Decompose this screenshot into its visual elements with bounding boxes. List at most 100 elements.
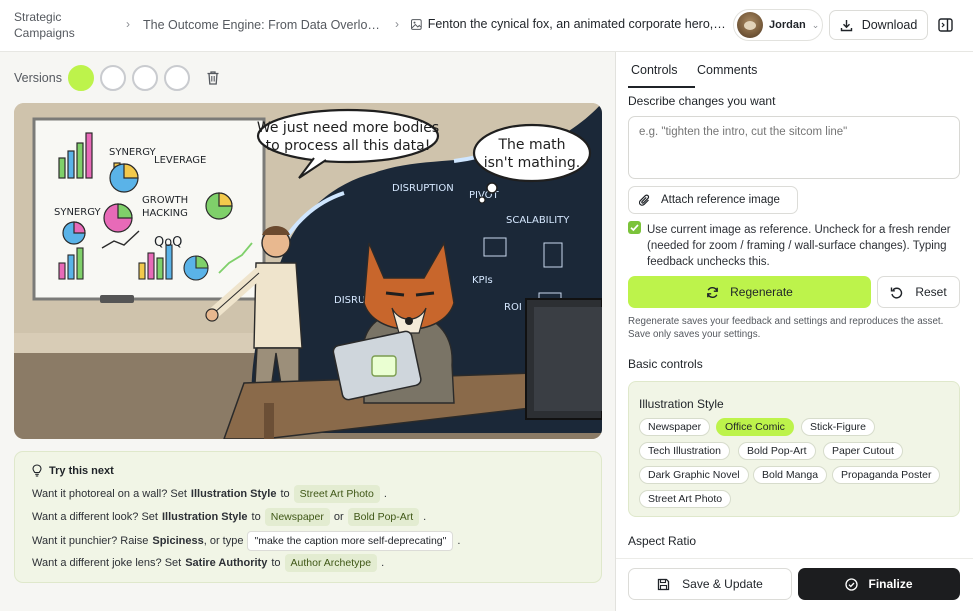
suggestions-title: Try this next xyxy=(49,464,114,477)
board-word: GROWTH xyxy=(142,195,188,206)
suggestion-row: Want it punchier? Raise Spiciness , or t… xyxy=(32,531,460,551)
board-word: SYNERGY xyxy=(109,147,156,158)
describe-changes-input[interactable] xyxy=(628,116,960,179)
suggestion-field: Illustration Style xyxy=(190,488,277,500)
lightbulb-icon xyxy=(32,464,42,477)
breadcrumb-asset[interactable]: Fenton the cynical fox, an animated corp… xyxy=(411,17,729,31)
tab-comments[interactable]: Comments xyxy=(697,63,757,77)
refresh-icon xyxy=(707,286,719,298)
breadcrumb-root[interactable]: Strategic Campaigns xyxy=(14,9,114,41)
suggestion-text: to xyxy=(271,557,281,569)
suggestion-text: . xyxy=(381,557,385,569)
board-word: LEVERAGE xyxy=(154,155,206,166)
suggestion-field: Satire Authority xyxy=(185,557,268,569)
speech-bubble-fox-line1: The math xyxy=(497,137,565,153)
finalize-button[interactable]: Finalize xyxy=(798,568,960,600)
download-button[interactable]: Download xyxy=(829,10,928,40)
suggestion-text: . xyxy=(457,535,461,547)
versions-label: Versions xyxy=(14,71,62,85)
describe-label: Describe changes you want xyxy=(628,94,776,108)
style-option[interactable]: Dark Graphic Novel xyxy=(639,466,749,484)
breadcrumb-campaign[interactable]: The Outcome Engine: From Data Overload t… xyxy=(143,18,385,32)
regenerate-help-text: Regenerate saves your feedback and setti… xyxy=(628,316,944,340)
user-name: Jordan xyxy=(769,19,806,31)
reset-button[interactable]: Reset xyxy=(877,276,960,308)
wave-word: SCALABILITY xyxy=(506,215,570,226)
version-dot-3[interactable] xyxy=(132,65,158,91)
regenerate-label: Regenerate xyxy=(730,285,793,299)
style-option-selected[interactable]: Office Comic xyxy=(716,418,794,436)
basic-controls-label: Basic controls xyxy=(628,357,703,371)
user-menu[interactable]: Jordan ⌄ xyxy=(733,9,823,41)
version-dot-2[interactable] xyxy=(100,65,126,91)
style-option[interactable]: Tech Illustration xyxy=(639,442,730,460)
suggestion-text: Want it punchier? Raise xyxy=(32,535,149,547)
style-option[interactable]: Bold Manga xyxy=(753,466,828,484)
generated-artwork: SYNERGY LEVERAGE GROWTH HACKING SYNERGY … xyxy=(14,103,602,439)
style-option[interactable]: Bold Pop-Art xyxy=(738,442,816,460)
style-option[interactable]: Paper Cutout xyxy=(823,442,903,460)
use-current-label: Use current image as reference. Uncheck … xyxy=(647,224,951,268)
version-dot-1[interactable] xyxy=(68,65,94,91)
suggestion-chip[interactable]: "make the caption more self-deprecating" xyxy=(247,531,454,551)
suggestions-card: Try this next Want it photoreal on a wal… xyxy=(14,451,602,583)
finalize-label: Finalize xyxy=(868,577,913,591)
suggestion-text: Want a different joke lens? Set xyxy=(32,557,182,569)
suggestion-field: Spiciness xyxy=(152,535,204,547)
avatar xyxy=(737,12,763,38)
style-option[interactable]: Newspaper xyxy=(639,418,711,436)
save-update-label: Save & Update xyxy=(682,577,763,591)
suggestion-text: , or type xyxy=(203,535,244,547)
suggestion-text: to xyxy=(280,488,290,500)
suggestion-text: . xyxy=(383,488,387,500)
speech-bubble-human-line1: We just need more bodies xyxy=(257,120,439,136)
wave-word: KPIs xyxy=(472,275,493,286)
suggestion-chip[interactable]: Newspaper xyxy=(264,508,330,526)
suggestion-row: Want it photoreal on a wall? Set Illustr… xyxy=(32,485,387,503)
chevron-down-icon: ⌄ xyxy=(811,19,820,30)
suggestions-header: Try this next xyxy=(32,464,114,477)
panel-tabs: Controls Comments xyxy=(616,52,973,88)
suggestion-text: Want a different look? Set xyxy=(32,511,158,523)
wave-word: ROI xyxy=(504,302,522,313)
regenerate-button[interactable]: Regenerate xyxy=(628,276,871,308)
suggestion-text: or xyxy=(333,511,344,523)
illustration-style-card: Illustration Style Newspaper Office Comi… xyxy=(628,381,960,517)
reset-icon xyxy=(891,287,903,299)
use-current-checkbox[interactable] xyxy=(628,221,641,234)
version-dot-4[interactable] xyxy=(164,65,190,91)
download-label: Download xyxy=(861,18,918,32)
style-option[interactable]: Street Art Photo xyxy=(639,490,732,508)
action-bar: Save & Update Finalize xyxy=(616,558,973,611)
suggestion-row: Want a different look? Set Illustration … xyxy=(32,508,426,526)
tab-controls[interactable]: Controls xyxy=(631,63,678,77)
aspect-ratio-label: Aspect Ratio xyxy=(628,534,697,548)
trash-icon[interactable] xyxy=(206,70,220,86)
attach-reference-label: Attach reference image xyxy=(661,194,780,206)
breadcrumb-asset-label: Fenton the cynical fox, an animated corp… xyxy=(427,17,729,31)
illustration-style-title: Illustration Style xyxy=(639,397,724,411)
speech-bubble-human-line2: to process all this data! xyxy=(266,138,431,154)
suggestion-chip[interactable]: Bold Pop-Art xyxy=(347,508,420,526)
preview-column: Versions SYNERGY LEVERAGE GROWTH HACKING… xyxy=(0,52,615,611)
check-circle-icon xyxy=(845,577,859,591)
suggestion-row: Want a different joke lens? Set Satire A… xyxy=(32,554,384,572)
wave-word: DISRUPTION xyxy=(392,183,454,194)
save-update-button[interactable]: Save & Update xyxy=(628,568,792,600)
style-option[interactable]: Stick-Figure xyxy=(801,418,876,436)
chevron-right-icon: › xyxy=(126,17,130,31)
suggestion-field: Illustration Style xyxy=(161,511,248,523)
download-icon xyxy=(840,19,852,31)
attach-reference-button[interactable]: Attach reference image xyxy=(628,186,798,214)
suggestion-chip[interactable]: Street Art Photo xyxy=(293,485,380,503)
suggestion-text: to xyxy=(251,511,261,523)
controls-panel: Controls Comments Describe changes you w… xyxy=(616,52,973,611)
suggestion-chip[interactable]: Author Archetype xyxy=(284,554,378,572)
suggestion-text: . xyxy=(423,511,427,523)
style-option[interactable]: Propaganda Poster xyxy=(832,466,941,484)
board-word: HACKING xyxy=(142,208,188,219)
paperclip-icon xyxy=(639,194,650,206)
top-bar: Strategic Campaigns › The Outcome Engine… xyxy=(0,0,973,52)
sidebar-toggle-icon[interactable] xyxy=(937,16,955,34)
reset-label: Reset xyxy=(915,285,947,299)
